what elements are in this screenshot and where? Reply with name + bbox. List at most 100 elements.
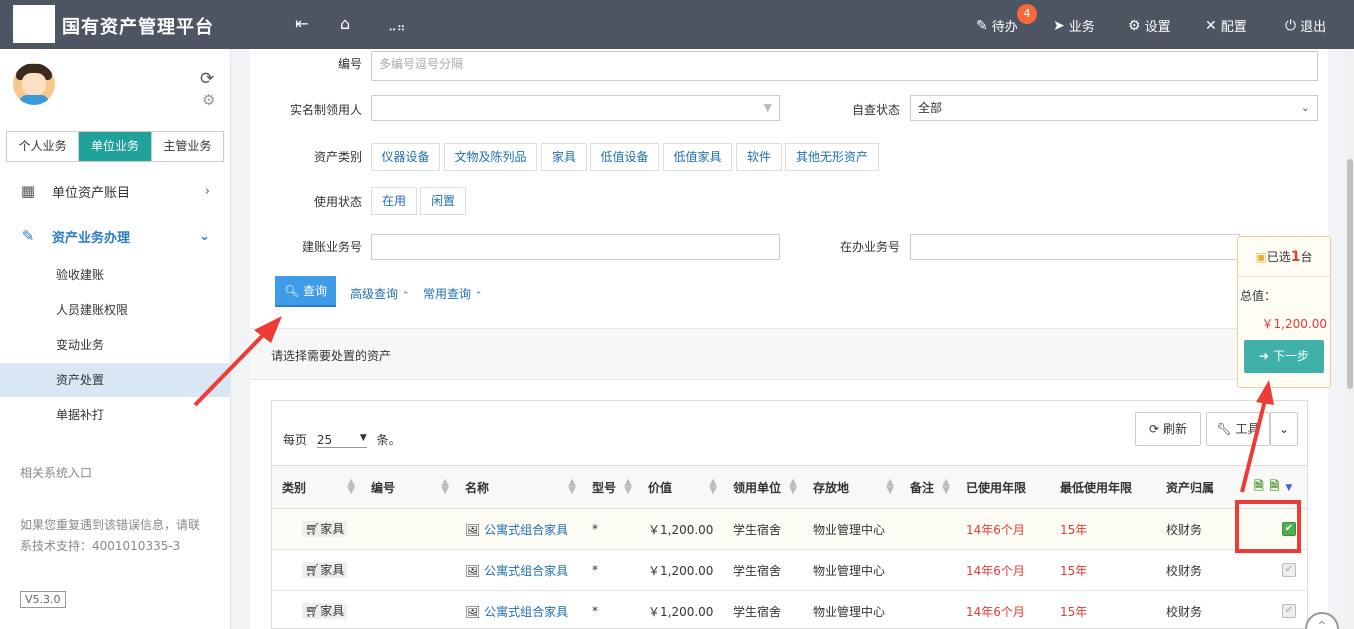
nav-settings[interactable]: ⚙ 设置 bbox=[1128, 16, 1171, 36]
category-chip[interactable]: 其他无形资产 bbox=[785, 143, 879, 171]
common-query-link[interactable]: 常用查询 ⌃ bbox=[423, 285, 482, 302]
number-textarea[interactable]: 多编号逗号分隔 bbox=[371, 51, 1318, 81]
nav-logout[interactable]: ⏻ 退出 bbox=[1285, 16, 1326, 36]
wrench-icon: 🔧︎ bbox=[1216, 422, 1232, 436]
image-icon: 🖼︎ bbox=[465, 604, 481, 619]
business-tabs: 个人业务 单位业务 主管业务 bbox=[6, 131, 224, 162]
send-icon: ➤ bbox=[1053, 17, 1065, 34]
col-number[interactable]: 编号 ▲ ▼ bbox=[361, 465, 455, 509]
scrollbar[interactable] bbox=[1346, 49, 1354, 629]
chevron-down-icon: ⌄ bbox=[199, 228, 210, 244]
sidebar-item-disposal[interactable]: 资产处置 bbox=[0, 363, 230, 397]
menu-unit-asset-accounts[interactable]: ▦ 单位资产账目 › bbox=[0, 173, 230, 209]
col-category[interactable]: 类别 ▲ ▼ bbox=[272, 465, 361, 509]
sidebar-item-reprint[interactable]: 单据补打 bbox=[0, 398, 230, 432]
sidebar-item-acceptance[interactable]: 验收建账 bbox=[0, 258, 230, 292]
row-checkbox[interactable]: ✔ bbox=[1282, 563, 1296, 578]
account-biz-label: 建账业务号 bbox=[301, 240, 362, 254]
chevron-right-icon: › bbox=[204, 183, 210, 199]
category-chip[interactable]: 低值家具 bbox=[663, 143, 732, 171]
asset-table: 类别 ▲ ▼ 编号 ▲ ▼ 名称 ▲ ▼ 型号 ▲ ▼ 价值 ▲ ▼ 领用单位 ▲ ▼ 存放地 ▲ ▼ 备注… bbox=[272, 465, 1307, 628]
in-progress-biz-input[interactable] bbox=[910, 234, 1240, 260]
col-select[interactable]: 🗎 🗎 ▼ bbox=[1238, 465, 1307, 509]
category-chip[interactable]: 文物及陈列品 bbox=[444, 143, 537, 171]
support-text-2: 系技术支持：4001010335-3 bbox=[20, 539, 181, 553]
asset-name-link[interactable]: 公寓式组合家具 bbox=[484, 605, 568, 619]
check-status-select[interactable]: 全部 ⌄ bbox=[910, 95, 1318, 121]
account-biz-input[interactable] bbox=[371, 234, 780, 260]
caret-down-icon: ▼ bbox=[1285, 482, 1293, 493]
chevron-up-icon: ⌃ bbox=[474, 291, 483, 301]
power-icon: ⏻ bbox=[1285, 17, 1297, 34]
asset-name-link[interactable]: 公寓式组合家具 bbox=[484, 564, 568, 578]
table-row[interactable]: 🛒︎家具 🖼︎ 公寓式组合家具 * ￥1,200.00 学生宿舍 物业管理中心 … bbox=[272, 508, 1307, 550]
col-name[interactable]: 名称 ▲ ▼ bbox=[455, 465, 582, 509]
arrow-right-icon: ➜ bbox=[1259, 349, 1270, 363]
category-chip[interactable]: 软件 bbox=[736, 143, 782, 171]
chevron-down-icon: ⌄ bbox=[1278, 422, 1290, 436]
tools-dropdown-button[interactable]: ⌄ bbox=[1270, 412, 1298, 446]
top-bar: 国有资产管理平台 ⇤ ⌂ ⣀⣤ ✎ 待办 4 ➤ 业务 ⚙ 设置 ✕ 配置 ⏻ … bbox=[0, 0, 1354, 49]
category-tag: 🛒︎家具 bbox=[302, 521, 348, 537]
gear-icon[interactable]: ⚙ bbox=[202, 91, 215, 109]
collapse-sidebar-icon[interactable]: ⇤ bbox=[295, 14, 308, 33]
asset-name-link[interactable]: 公寓式组合家具 bbox=[484, 523, 568, 537]
per-page-select[interactable]: 25 ▼ bbox=[316, 433, 367, 448]
category-chip[interactable]: 家具 bbox=[541, 143, 587, 171]
next-step-button[interactable]: ➜ 下一步 bbox=[1244, 340, 1324, 373]
sidebar-item-permissions[interactable]: 人员建账权限 bbox=[0, 293, 230, 327]
advanced-query-link[interactable]: 高级查询 ⌃ bbox=[350, 285, 409, 302]
nav-business[interactable]: ➤ 业务 bbox=[1053, 16, 1095, 36]
support-text-1: 如果您重复遇到该错误信息，请联 bbox=[20, 518, 201, 532]
row-checkbox[interactable]: ✔ bbox=[1282, 604, 1296, 619]
per-page-control: 每页 25 ▼ 条。 bbox=[283, 433, 401, 448]
tab-supervisor[interactable]: 主管业务 bbox=[151, 132, 223, 161]
owner-select[interactable]: ▼ bbox=[371, 95, 780, 121]
add-file-icon: 🗎 bbox=[1269, 478, 1280, 493]
tools-button[interactable]: 🔧︎ 工具 bbox=[1206, 412, 1270, 446]
app-title: 国有资产管理平台 bbox=[62, 17, 214, 38]
signal-icon[interactable]: ⣀⣤ bbox=[388, 17, 406, 31]
gear-icon: ⚙ bbox=[1128, 17, 1141, 34]
nav-config[interactable]: ✕ 配置 bbox=[1205, 16, 1247, 36]
col-unit[interactable]: 领用单位 ▲ ▼ bbox=[723, 465, 803, 509]
nav-todo[interactable]: ✎ 待办 bbox=[976, 16, 1018, 36]
col-owner[interactable]: 资产归属 bbox=[1156, 465, 1238, 509]
logo bbox=[13, 5, 55, 43]
query-button[interactable]: 🔍︎ 查询 bbox=[275, 276, 336, 307]
tab-personal[interactable]: 个人业务 bbox=[7, 132, 80, 161]
col-note[interactable]: 备注 ▲ ▼ bbox=[900, 465, 956, 509]
refresh-icon: ⟳ bbox=[1149, 422, 1160, 436]
menu-asset-business[interactable]: ✎ 资产业务办理 ⌄ bbox=[0, 218, 230, 254]
col-model[interactable]: 型号 ▲ ▼ bbox=[582, 465, 638, 509]
table-header-row: 类别 ▲ ▼ 编号 ▲ ▼ 名称 ▲ ▼ 型号 ▲ ▼ 价值 ▲ ▼ 领用单位 ▲ ▼ 存放地 ▲ ▼ 备注… bbox=[272, 465, 1307, 509]
category-chip[interactable]: 低值设备 bbox=[590, 143, 659, 171]
col-value[interactable]: 价值 ▲ ▼ bbox=[638, 465, 723, 509]
table-row[interactable]: 🛒︎家具 🖼︎ 公寓式组合家具 * ￥1,200.00 学生宿舍 物业管理中心 … bbox=[272, 549, 1307, 591]
category-chip[interactable]: 仪器设备 bbox=[371, 143, 440, 171]
pencil-icon: ✎ bbox=[21, 227, 35, 245]
usage-chip-in-use[interactable]: 在用 bbox=[371, 187, 417, 215]
total-value: ￥1,200.00 bbox=[1261, 317, 1327, 331]
todo-count-badge: 4 bbox=[1017, 4, 1037, 24]
table-row[interactable]: 🛒︎家具 🖼︎ 公寓式组合家具 * ￥1,200.00 学生宿舍 物业管理中心 … bbox=[272, 590, 1307, 628]
scroll-thumb[interactable] bbox=[1347, 159, 1353, 389]
col-used-years[interactable]: 已使用年限 bbox=[956, 465, 1050, 509]
row-checkbox[interactable]: ✔ bbox=[1282, 522, 1296, 537]
total-label: 总值： bbox=[1240, 289, 1277, 303]
refresh-button[interactable]: ⟳ 刷新 bbox=[1135, 412, 1201, 446]
selection-panel: ▣已选1台 总值： ￥1,200.00 ➜ 下一步 bbox=[1237, 236, 1331, 388]
tab-unit[interactable]: 单位业务 bbox=[79, 132, 152, 161]
usage-chip-idle[interactable]: 闲置 bbox=[420, 187, 466, 215]
category-tag: 🛒︎家具 bbox=[302, 603, 348, 619]
avatar[interactable] bbox=[13, 63, 55, 105]
col-location[interactable]: 存放地 ▲ ▼ bbox=[803, 465, 900, 509]
category-tag: 🛒︎家具 bbox=[302, 562, 348, 578]
refresh-icon[interactable]: ⟳ bbox=[200, 69, 214, 89]
col-min-years[interactable]: 最低使用年限 bbox=[1050, 465, 1156, 509]
section-title: 请选择需要处置的资产 bbox=[271, 349, 392, 363]
related-systems-link[interactable]: 相关系统入口 bbox=[20, 463, 92, 484]
sidebar-item-changes[interactable]: 变动业务 bbox=[0, 328, 230, 362]
asset-table-panel: 每页 25 ▼ 条。 ⟳ 刷新 🔧︎ 工具 ⌄ 类别 ▲ ▼ 编号 ▲ ▼ 名称 ▲ ▼ 型… bbox=[271, 400, 1308, 629]
home-icon[interactable]: ⌂ bbox=[340, 14, 350, 33]
